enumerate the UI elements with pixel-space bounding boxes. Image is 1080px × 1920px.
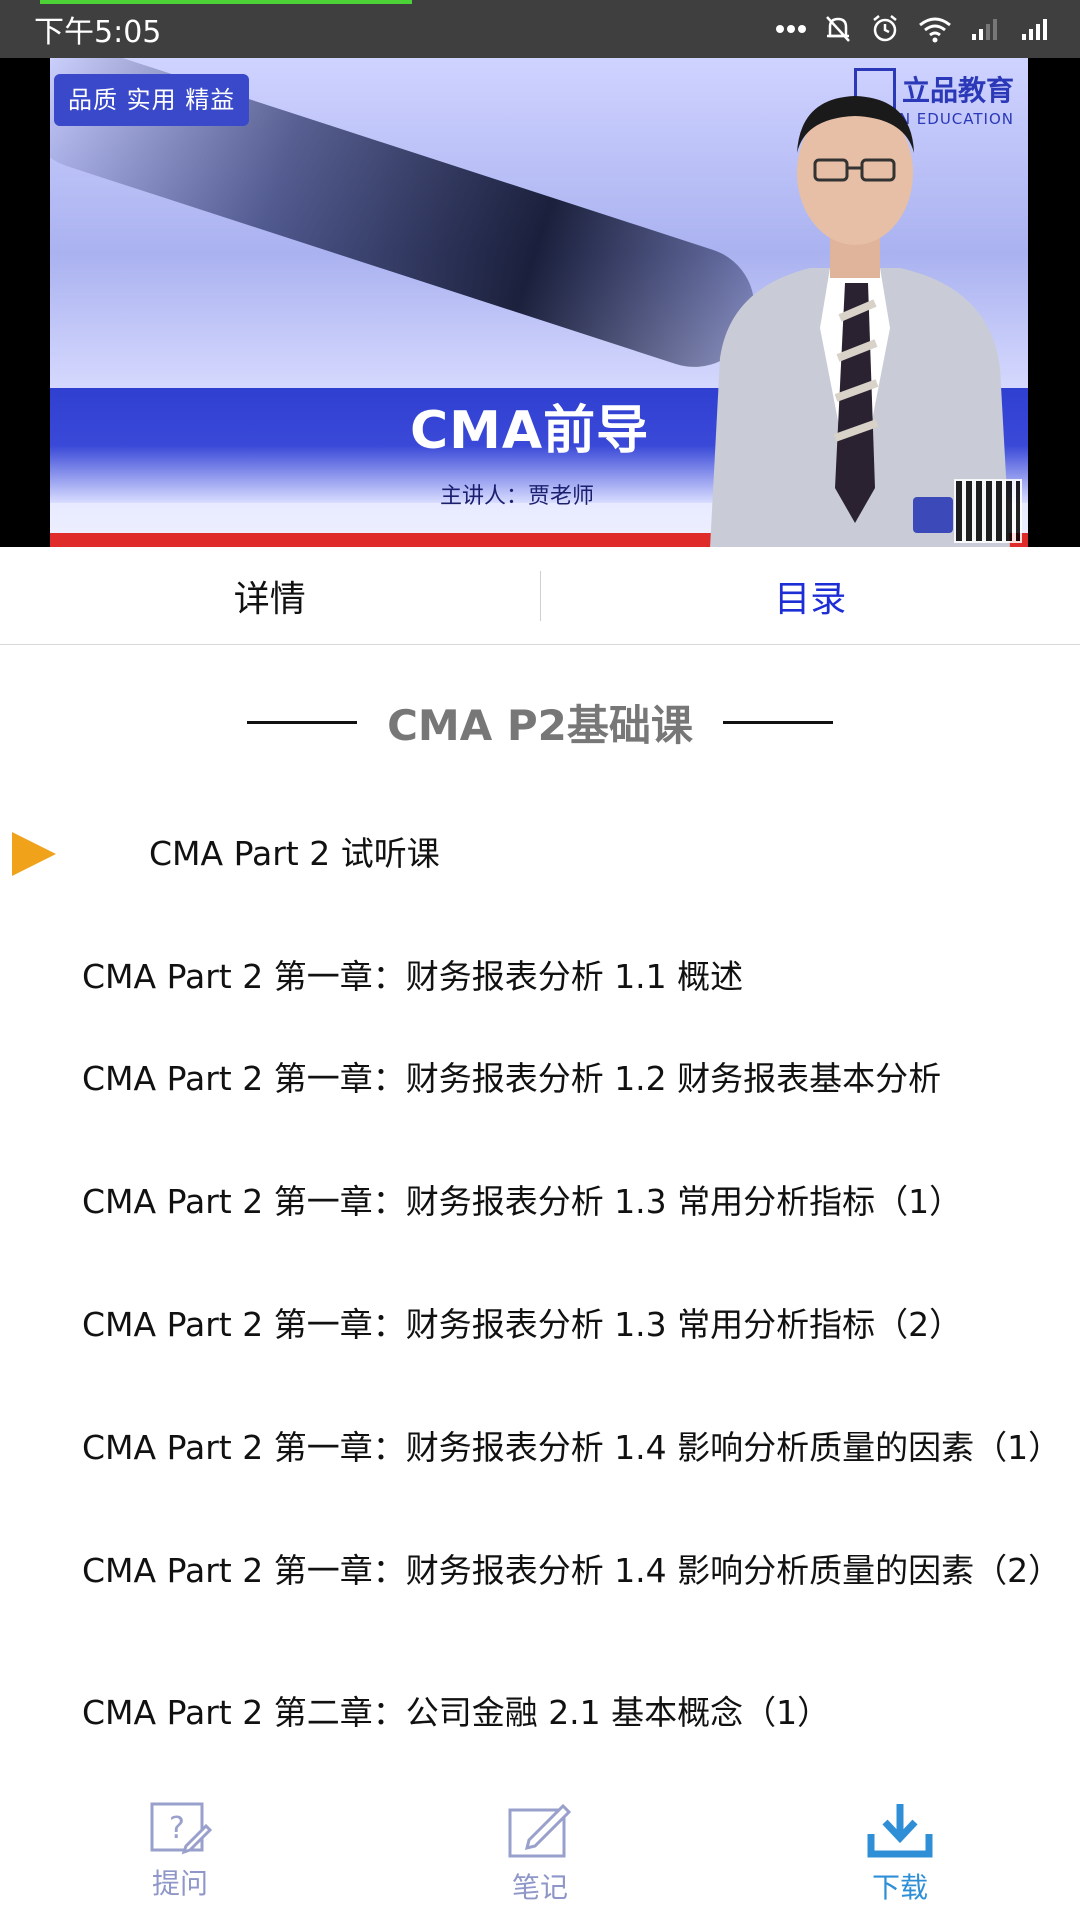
video-player[interactable]: 品质 实用 精益 立品教育 IN EDUCATION CMA前导 主讲人：贾老师	[0, 58, 1080, 547]
lesson-item[interactable]: CMA Part 2 第一章：财务报表分析 1.2 财务报表基本分析	[82, 1058, 1072, 1100]
watermark-logo	[913, 497, 953, 533]
lesson-item[interactable]: CMA Part 2 第二章：公司金融 2.1 基本概念（1）	[82, 1692, 1072, 1734]
lesson-item[interactable]: CMA Part 2 第一章：财务报表分析 1.1 概述	[82, 956, 1072, 998]
nav-label-download: 下载	[871, 1871, 928, 1904]
mute-bell-icon	[826, 16, 850, 42]
svg-text:?: ?	[169, 1811, 185, 1846]
more-dots-icon	[776, 25, 806, 33]
presenter-figure	[710, 96, 1010, 547]
status-time: 下午5:05	[34, 15, 162, 50]
lesson-item[interactable]: CMA Part 2 第一章：财务报表分析 1.3 常用分析指标（1）	[82, 1181, 1072, 1223]
note-edit-icon	[508, 1803, 572, 1858]
lesson-item-current[interactable]: CMA Part 2 试听课	[149, 833, 1080, 875]
lesson-item[interactable]: CMA Part 2 第一章：财务报表分析 1.3 常用分析指标（2）	[82, 1304, 1072, 1346]
download-button[interactable]: 下载	[820, 1800, 980, 1906]
download-icon	[867, 1804, 933, 1858]
tab-bar: 详情 目录	[0, 547, 1080, 645]
tab-details[interactable]: 详情	[0, 570, 540, 622]
nav-label-notes: 笔记	[511, 1871, 568, 1904]
qr-code-icon	[954, 479, 1022, 543]
signal-icon	[1022, 19, 1047, 40]
ask-question-button[interactable]: ? 提问	[100, 1800, 260, 1902]
signal-icon	[972, 19, 997, 40]
divider-left	[247, 721, 358, 724]
section-header: CMA P2基础课	[0, 692, 1080, 753]
divider-right	[722, 721, 833, 724]
quality-badge: 品质 实用 精益	[54, 74, 250, 126]
section-title: CMA P2基础课	[387, 701, 693, 750]
video-lecturer: 主讲人：贾老师	[440, 484, 595, 509]
question-icon: ?	[150, 1802, 212, 1855]
alarm-icon	[873, 15, 897, 42]
nav-label-ask: 提问	[151, 1867, 208, 1900]
status-progress-bar	[40, 0, 412, 4]
video-frame[interactable]: 品质 实用 精益 立品教育 IN EDUCATION CMA前导 主讲人：贾老师	[50, 58, 1028, 547]
status-icons	[776, 14, 1052, 44]
lesson-item[interactable]: CMA Part 2 第一章：财务报表分析 1.4 影响分析质量的因素（1）	[82, 1427, 1072, 1469]
tab-catalog[interactable]: 目录	[541, 570, 1080, 622]
bottom-nav: ? 提问 笔记 下载	[0, 1800, 1080, 1920]
video-course-title: CMA前导	[410, 401, 650, 461]
status-bar: 下午5:05	[0, 0, 1080, 58]
lesson-item[interactable]: CMA Part 2 第一章：财务报表分析 1.4 影响分析质量的因素（2）	[82, 1550, 1072, 1592]
play-icon	[12, 832, 56, 876]
notes-button[interactable]: 笔记	[460, 1800, 620, 1906]
wifi-icon	[919, 17, 951, 43]
